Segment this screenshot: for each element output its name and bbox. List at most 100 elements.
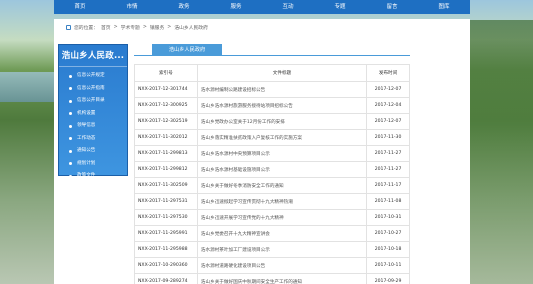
row-title-link[interactable]: 浩山乡党政办公室关于12月份工作的安排 (196, 113, 368, 130)
column-header-index: 索引号 (134, 64, 198, 82)
nav-item-gallery[interactable]: 图库 (418, 0, 470, 14)
row-date-cell: 2017-11-08 (366, 193, 410, 210)
row-title-link[interactable]: 浩山乡浩水源村中央预算项目公示 (196, 145, 368, 162)
sidebar-item-label: 信息公开规定 (77, 73, 105, 78)
breadcrumb-separator: > (167, 24, 172, 30)
table-row[interactable]: NXX-2017-11-302509 浩山乡关于做好冬季消防安全工作的通知 2017… (134, 177, 410, 194)
bullet-icon (69, 74, 72, 78)
sidebar-item-label: 规划计划 (77, 160, 96, 166)
nav-item-home[interactable]: 首页 (54, 0, 106, 14)
row-title-link[interactable]: 浩水源村道路硬化建设项目公告 (196, 257, 368, 274)
bullet-icon (69, 87, 72, 90)
sidebar-item-label: 机构设置 (77, 110, 96, 116)
sidebar-item-disclosure-catalog[interactable]: 信息公开目录 (59, 95, 127, 108)
sidebar-item-policies[interactable]: 政策文件 (59, 170, 127, 183)
sidebar-item-disclosure-rules[interactable]: 信息公开规定 (59, 70, 127, 83)
bullet-icon (69, 112, 72, 115)
nav-item-service[interactable]: 服务 (210, 0, 262, 14)
table-row[interactable]: NXX-2017-11-295988 浩水源村茶叶加工厂建设项目公示 2017-10… (134, 241, 410, 258)
bullet-icon (69, 174, 72, 178)
table-row[interactable]: NXX-2017-11-295991 浩山乡党委召开十九大精神宣讲会 2017-10… (134, 225, 410, 242)
row-title-link[interactable]: 浩水源村编制公路建设招标公告 (196, 81, 368, 98)
row-date-cell: 2017-10-27 (366, 225, 410, 242)
row-title-link[interactable]: 浩山乡关于做好国庆中秋期间安全生产工作的通知 (196, 273, 368, 284)
breadcrumb: 您的位置： 首页 > 学术专题 > 镇服务 > 浩山乡人民政府 (66, 22, 208, 32)
bullet-icon (69, 99, 72, 103)
row-index-cell: NXX-2017-11-302509 (134, 177, 198, 194)
row-date-cell: 2017-12-07 (366, 81, 410, 98)
table-row[interactable]: NXX-2017-09-289274 浩山乡关于做好国庆中秋期间安全生产工作的通知… (134, 273, 410, 284)
table-body: NXX-2017-12-301744 浩水源村编制公路建设招标公告 2017-12-… (134, 81, 410, 284)
row-index-cell: NXX-2017-11-299813 (134, 145, 198, 162)
breadcrumb-separator: > (113, 24, 118, 30)
breadcrumb-prefix: 您的位置： (74, 25, 98, 31)
sidebar-item-label: 政策文件 (77, 173, 96, 178)
row-title-link[interactable]: 浩山乡关于做好冬季消防安全工作的通知 (196, 177, 368, 194)
sidebar-item-leaders[interactable]: 领导信息 (59, 120, 127, 133)
row-index-cell: NXX-2017-11-299812 (134, 161, 198, 178)
sidebar-item-work-news[interactable]: 工作动态 (59, 133, 127, 146)
table-row[interactable]: NXX-2017-11-297530 浩山乡迅速开展学习宣传党的十九大精神 2017… (134, 209, 410, 226)
sidebar-menu: 信息公开规定 信息公开指南 信息公开目录 机构设置 领导信息 工作动态 通知公告… (59, 67, 127, 183)
row-date-cell: 2017-10-31 (366, 209, 410, 226)
nav-item-city[interactable]: 市情 (106, 0, 158, 14)
sidebar-item-notices[interactable]: 通知公告 (59, 145, 127, 158)
sidebar-title: 浩山乡人民政... (59, 45, 127, 67)
row-date-cell: 2017-10-18 (366, 241, 410, 258)
sidebar-item-label: 通知公告 (77, 148, 96, 153)
bullet-icon (69, 124, 72, 128)
table-row[interactable]: NXX-2017-12-302519 浩山乡党政办公室关于12月份工作的安排 201… (134, 113, 410, 130)
row-index-cell: NXX-2017-10-290360 (134, 257, 198, 274)
row-index-cell: NXX-2017-11-297530 (134, 209, 198, 226)
nav-item-interaction[interactable]: 互动 (262, 0, 314, 14)
table-row[interactable]: NXX-2017-10-290360 浩水源村道路硬化建设项目公告 2017-10-… (134, 257, 410, 274)
breadcrumb-link-town[interactable]: 镇服务 (150, 24, 164, 31)
background-trees (463, 20, 533, 284)
row-title-link[interactable]: 浩山乡浩水源村基础设施项目公示 (196, 161, 368, 178)
document-table: 索引号 文件标题 发布时间 NXX-2017-12-301744 浩水源村编制公路… (134, 64, 410, 284)
sidebar-item-label: 信息公开指南 (77, 85, 105, 91)
bullet-icon (69, 137, 72, 140)
nav-item-topics[interactable]: 专题 (314, 0, 366, 14)
row-title-link[interactable]: 浩山乡落实精准扶贫政策入户复核工作的实施方案 (196, 129, 368, 146)
row-title-link[interactable]: 浩山乡浩水源村旅游服务接待站项目招标公告 (196, 97, 368, 114)
row-date-cell: 2017-12-04 (366, 97, 410, 114)
breadcrumb-link-topic[interactable]: 学术专题 (121, 24, 140, 31)
row-date-cell: 2017-09-29 (366, 273, 410, 284)
sidebar: 浩山乡人民政... 信息公开规定 信息公开指南 信息公开目录 机构设置 领导信息… (58, 44, 128, 178)
row-title-link[interactable]: 浩山乡党委召开十九大精神宣讲会 (196, 225, 368, 242)
breadcrumb-separator: > (142, 24, 147, 30)
row-index-cell: NXX-2017-11-295988 (134, 241, 198, 258)
table-row[interactable]: NXX-2017-12-300925 浩山乡浩水源村旅游服务接待站项目招标公告 20… (134, 97, 410, 114)
table-row[interactable]: NXX-2017-11-299812 浩山乡浩水源村基础设施项目公示 2017-11… (134, 161, 410, 178)
column-header-date: 发布时间 (366, 64, 410, 82)
row-date-cell: 2017-10-11 (366, 257, 410, 274)
sidebar-item-disclosure-guide[interactable]: 信息公开指南 (59, 83, 127, 96)
nav-item-government[interactable]: 政务 (158, 0, 210, 14)
background-lake (0, 72, 60, 102)
bullet-icon (69, 149, 72, 153)
table-row[interactable]: NXX-2017-11-297531 浩山乡迅速掀起学习宣传贯彻十九大精神热潮 20… (134, 193, 410, 210)
sidebar-item-organization[interactable]: 机构设置 (59, 108, 127, 121)
bullet-icon (69, 162, 72, 165)
breadcrumb-current[interactable]: 浩山乡人民政府 (174, 24, 208, 31)
row-date-cell: 2017-11-30 (366, 129, 410, 146)
table-row[interactable]: NXX-2017-11-302012 浩山乡落实精准扶贫政策入户复核工作的实施方案… (134, 129, 410, 146)
breadcrumb-link-home[interactable]: 首页 (101, 24, 111, 31)
top-navigation: 首页 市情 政务 服务 互动 专题 留言 图库 (54, 0, 470, 14)
sidebar-item-label: 信息公开目录 (77, 98, 105, 103)
location-icon (66, 24, 71, 30)
row-title-link[interactable]: 浩水源村茶叶加工厂建设项目公示 (196, 241, 368, 258)
content-divider (134, 55, 410, 56)
row-index-cell: NXX-2017-12-300925 (134, 97, 198, 114)
table-row[interactable]: NXX-2017-12-301744 浩水源村编制公路建设招标公告 2017-12-… (134, 81, 410, 98)
row-index-cell: NXX-2017-11-295991 (134, 225, 198, 242)
row-title-link[interactable]: 浩山乡迅速开展学习宣传党的十九大精神 (196, 209, 368, 226)
table-header-row: 索引号 文件标题 发布时间 (134, 64, 410, 82)
row-index-cell: NXX-2017-09-289274 (134, 273, 198, 284)
column-header-title: 文件标题 (196, 64, 368, 82)
sidebar-item-plans[interactable]: 规划计划 (59, 158, 127, 171)
row-title-link[interactable]: 浩山乡迅速掀起学习宣传贯彻十九大精神热潮 (196, 193, 368, 210)
nav-item-message[interactable]: 留言 (366, 0, 418, 14)
table-row[interactable]: NXX-2017-11-299813 浩山乡浩水源村中央预算项目公示 2017-11… (134, 145, 410, 162)
